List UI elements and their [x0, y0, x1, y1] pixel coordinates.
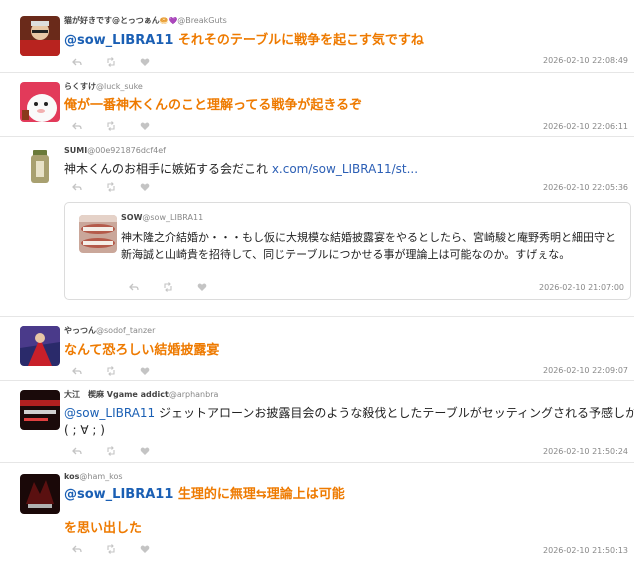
handle[interactable]: @sow_LIBRA11: [142, 213, 203, 222]
post-actions: [72, 121, 150, 131]
reply-icon[interactable]: [72, 121, 82, 131]
timestamp[interactable]: 2026-02-10 21:07:00: [539, 283, 624, 292]
user-line: 大江 楔麻 Vgame addict@arphanbra: [64, 390, 218, 400]
display-name[interactable]: やっつん: [64, 326, 96, 335]
mention-link[interactable]: @sow_LIBRA11: [64, 33, 173, 48]
post-3: SUMI@00e921876dcf4ef 神木くんのお相手に嫉妬する会だこれ x…: [0, 136, 634, 316]
display-name[interactable]: kos: [64, 472, 79, 481]
display-name[interactable]: 猫が好きです@とっつぁん: [64, 16, 160, 25]
user-line: SUMI@00e921876dcf4ef: [64, 146, 166, 156]
retweet-icon[interactable]: [106, 182, 116, 192]
reply-icon[interactable]: [72, 446, 82, 456]
user-line: 猫が好きです@とっつぁん🥯💜@BreakGuts: [64, 16, 227, 26]
post-actions: [72, 182, 150, 192]
reply-icon[interactable]: [72, 182, 82, 192]
like-icon[interactable]: [197, 282, 207, 292]
timestamp[interactable]: 2026-02-10 22:08:49: [543, 56, 628, 65]
timestamp[interactable]: 2026-02-10 21:50:13: [543, 546, 628, 555]
post-text-line2: を思い出した: [64, 521, 143, 536]
avatar[interactable]: [20, 474, 60, 514]
avatar[interactable]: [20, 146, 60, 186]
like-icon[interactable]: [140, 446, 150, 456]
post-actions: [72, 57, 150, 67]
display-name[interactable]: SOW: [121, 213, 142, 222]
avatar[interactable]: [20, 16, 60, 56]
handle[interactable]: @arphanbra: [169, 390, 219, 399]
quoted-tweet[interactable]: SOW@sow_LIBRA11 神木隆之介結婚か・・・もし仮に大規模な結婚披露宴…: [64, 202, 631, 300]
post-text: @sow_LIBRA11 それそのテーブルに戦争を起こす気ですね: [64, 33, 424, 48]
handle[interactable]: @ham_kos: [79, 472, 122, 481]
display-name[interactable]: SUMI: [64, 146, 87, 155]
post-1: 猫が好きです@とっつぁん🥯💜@BreakGuts @sow_LIBRA11 それ…: [0, 0, 634, 72]
post-actions: [72, 544, 150, 554]
user-line: kos@ham_kos: [64, 472, 123, 482]
post-2: らくすけ@luck_suke 俺が一番神木くんのこと理解ってる戦争が起きるぞ 2…: [0, 72, 634, 136]
avatar[interactable]: [20, 326, 60, 366]
post-actions: [72, 366, 150, 376]
user-line: やっつん@sodof_tanzer: [64, 326, 155, 336]
post-text: 俺が一番神木くんのこと理解ってる戦争が起きるぞ: [64, 98, 363, 113]
display-name[interactable]: 大江 楔麻 Vgame addict: [64, 390, 169, 399]
reply-icon[interactable]: [72, 366, 82, 376]
post-actions: [72, 446, 150, 456]
like-icon[interactable]: [140, 121, 150, 131]
timestamp[interactable]: 2026-02-10 22:05:36: [543, 183, 628, 192]
like-icon[interactable]: [140, 57, 150, 67]
timestamp[interactable]: 2026-02-10 21:50:24: [543, 447, 628, 456]
post-4: やっつん@sodof_tanzer なんて恐ろしい結婚披露宴 2026-02-1…: [0, 316, 634, 380]
handle[interactable]: @luck_suke: [96, 82, 143, 91]
post-text-line2: ( ; ∀ ; ): [64, 423, 105, 437]
post-5: 大江 楔麻 Vgame addict@arphanbra @sow_LIBRA1…: [0, 380, 634, 462]
mention-link[interactable]: @sow_LIBRA11: [64, 406, 155, 420]
like-icon[interactable]: [140, 366, 150, 376]
user-line: SOW@sow_LIBRA11: [121, 213, 203, 223]
quoted-text: 神木隆之介結婚か・・・もし仮に大規模な結婚披露宴をやるとしたら、宮崎駿と庵野秀明…: [121, 231, 616, 261]
post-actions: [129, 282, 207, 292]
retweet-icon[interactable]: [106, 57, 116, 67]
like-icon[interactable]: [140, 544, 150, 554]
timestamp[interactable]: 2026-02-10 22:09:07: [543, 366, 628, 375]
tweet-link[interactable]: x.com/sow_LIBRA11/st...: [272, 162, 418, 176]
avatar[interactable]: [20, 82, 60, 122]
reply-icon[interactable]: [129, 282, 139, 292]
display-name[interactable]: らくすけ: [64, 82, 96, 91]
mention-link[interactable]: @sow_LIBRA11: [64, 487, 173, 502]
post-6: kos@ham_kos @sow_LIBRA11 生理的に無理⇆理論上は可能 を…: [0, 462, 634, 562]
retweet-icon[interactable]: [106, 446, 116, 456]
emoji-icon: 🥯💜: [159, 17, 178, 25]
user-line: らくすけ@luck_suke: [64, 82, 143, 92]
retweet-icon[interactable]: [163, 282, 173, 292]
reply-icon[interactable]: [72, 544, 82, 554]
post-text: @sow_LIBRA11 ジェットアローンお披露目会のような殺伐としたテーブルが…: [64, 406, 634, 420]
post-text: なんて恐ろしい結婚披露宴: [64, 343, 220, 358]
avatar[interactable]: [20, 390, 60, 430]
timestamp[interactable]: 2026-02-10 22:06:11: [543, 122, 628, 131]
retweet-icon[interactable]: [106, 121, 116, 131]
retweet-icon[interactable]: [106, 544, 116, 554]
post-text: @sow_LIBRA11 生理的に無理⇆理論上は可能: [64, 487, 345, 502]
retweet-icon[interactable]: [106, 366, 116, 376]
handle[interactable]: @BreakGuts: [177, 16, 227, 25]
handle[interactable]: @sodof_tanzer: [96, 326, 155, 335]
quoted-avatar[interactable]: [79, 215, 117, 253]
reply-icon[interactable]: [72, 57, 82, 67]
post-text: 神木くんのお相手に嫉妬する会だこれ x.com/sow_LIBRA11/st..…: [64, 162, 419, 176]
handle[interactable]: @00e921876dcf4ef: [87, 146, 166, 155]
like-icon[interactable]: [140, 182, 150, 192]
